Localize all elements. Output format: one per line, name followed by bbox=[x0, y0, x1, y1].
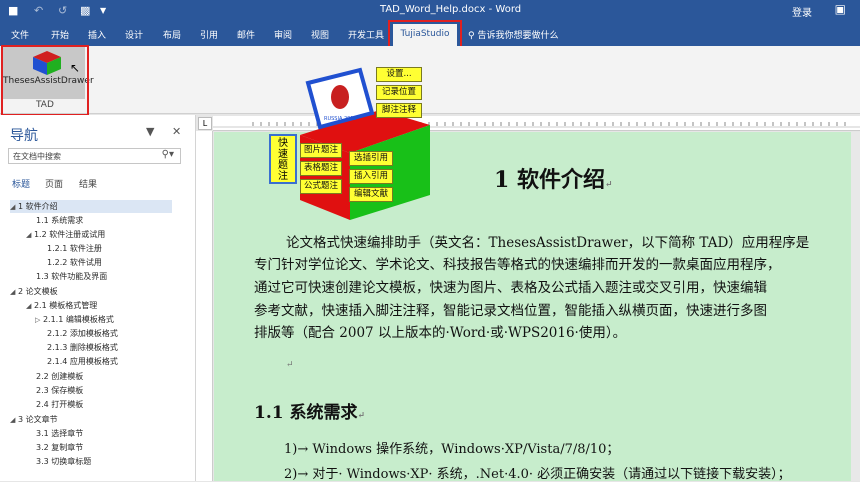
search-icon[interactable]: ⚲▾ bbox=[162, 149, 174, 160]
tab-insert[interactable]: 插入 bbox=[88, 28, 106, 41]
undo-icon[interactable]: ↶ bbox=[34, 4, 43, 18]
ribbon-display-options-icon[interactable]: ▣ bbox=[835, 2, 846, 16]
nav-item[interactable]: ◢ 2 论文模板 bbox=[10, 285, 58, 298]
vertical-ruler[interactable] bbox=[196, 131, 213, 481]
nav-item[interactable]: 3.2 复制章节 bbox=[36, 441, 83, 454]
nav-tab-pages[interactable]: 页面 bbox=[45, 177, 63, 190]
paragraph-line[interactable]: 通过它可快速创建论文模板，快速为图片、表格及公式插入题注或交叉引用，快速编辑 bbox=[254, 277, 854, 300]
customize-qa-icon[interactable]: ▼ bbox=[100, 4, 106, 18]
edit-bibliography-button[interactable]: 编辑文献 bbox=[349, 187, 393, 202]
svg-text:RUSSIA 2018: RUSSIA 2018 bbox=[324, 116, 357, 122]
tab-layout[interactable]: 布局 bbox=[163, 28, 181, 41]
tab-references[interactable]: 引用 bbox=[200, 28, 218, 41]
nav-search-input[interactable]: 在文档中搜索 ⚲▾ bbox=[8, 148, 181, 164]
paragraph-line[interactable]: 专门针对学位论文、学术论文、科技报告等格式的快速编排而开发的一款桌面应用程序， bbox=[254, 254, 854, 277]
equation-caption-button[interactable]: 公式题注 bbox=[300, 179, 342, 194]
redo-icon[interactable]: ↺ bbox=[58, 4, 67, 18]
title-bar: ■ ↶ ↺ ▩ ▼ TAD_Word_Help.docx - Word 登录 ▣ bbox=[0, 0, 860, 22]
list-item[interactable]: 2)→ 对于· Windows·XP· 系统，.Net·4.0· 必须正确安装（… bbox=[284, 463, 791, 482]
nav-item[interactable]: ◢ 3 论文章节 bbox=[10, 413, 58, 426]
nav-item[interactable]: 2.3 保存模板 bbox=[36, 384, 83, 397]
nav-item[interactable]: 2.1.3 删除模板格式 bbox=[47, 341, 118, 354]
touch-mode-icon[interactable]: ▩ bbox=[80, 4, 90, 18]
nav-item[interactable]: 2.1.2 添加模板格式 bbox=[47, 327, 118, 340]
nav-options-icon[interactable]: ▼ bbox=[146, 125, 154, 138]
nav-item[interactable]: ▷ 2.1.1 编辑模板格式 bbox=[35, 313, 114, 326]
nav-item[interactable]: 1.1 系统需求 bbox=[36, 214, 83, 227]
window-title: TAD_Word_Help.docx - Word bbox=[380, 4, 522, 15]
tell-me-box[interactable]: ⚲ 告诉我你想要做什么 bbox=[468, 28, 558, 41]
nav-tab-headings[interactable]: 标题 bbox=[12, 177, 30, 190]
expanded-icon: ◢ bbox=[10, 416, 16, 424]
nav-item[interactable]: ◢ 1.2 软件注册或试用 bbox=[26, 228, 105, 241]
choose-reference-button[interactable]: 选插引用 bbox=[349, 151, 393, 166]
insert-reference-button[interactable]: 插入引用 bbox=[349, 169, 393, 184]
vertical-scrollbar[interactable] bbox=[851, 132, 860, 481]
figure-caption-button[interactable]: 图片题注 bbox=[300, 143, 342, 158]
expanded-icon: ◢ bbox=[10, 288, 16, 296]
list-item[interactable]: 1)→ Windows 操作系统，Windows·XP/Vista/7/8/10… bbox=[284, 438, 619, 457]
heading-1[interactable]: 1 软件介绍↵ bbox=[494, 162, 613, 194]
close-icon[interactable]: ✕ bbox=[172, 125, 181, 138]
tab-design[interactable]: 设计 bbox=[125, 28, 143, 41]
expanded-icon: ◢ bbox=[10, 203, 16, 211]
tab-developer[interactable]: 开发工具 bbox=[348, 28, 384, 41]
heading-2[interactable]: 1.1 系统需求↵ bbox=[254, 398, 365, 423]
nav-title: 导航 bbox=[10, 128, 38, 144]
nav-item[interactable]: ◢ 1 软件介绍 bbox=[10, 200, 172, 213]
nav-item[interactable]: 2.4 打开模板 bbox=[36, 398, 83, 411]
footnote-button[interactable]: 脚注注释 bbox=[376, 103, 422, 118]
tab-review[interactable]: 审阅 bbox=[274, 28, 292, 41]
nav-item[interactable]: 1.2.2 软件试用 bbox=[47, 256, 102, 269]
nav-item[interactable]: 3.1 选择章节 bbox=[36, 427, 83, 440]
nav-tab-results[interactable]: 结果 bbox=[79, 177, 97, 190]
tab-home[interactable]: 开始 bbox=[51, 28, 69, 41]
tab-selector[interactable]: L bbox=[198, 117, 212, 130]
paragraph-line[interactable]: 排版等（配合 2007 以上版本的·Word·或·WPS2016·使用）。 bbox=[254, 322, 854, 345]
nav-item[interactable]: ◢ 2.1 模板格式管理 bbox=[26, 299, 97, 312]
nav-item[interactable]: 3.3 切换章标题 bbox=[36, 455, 91, 468]
paragraph-line[interactable]: 论文格式快速编排助手（英文名：ThesesAssistDrawer，以下简称 T… bbox=[254, 232, 854, 255]
nav-item[interactable]: 1.3 软件功能及界面 bbox=[36, 270, 107, 283]
tab-file[interactable]: 文件 bbox=[11, 28, 29, 41]
nav-item[interactable]: 2.1.4 应用模板格式 bbox=[47, 355, 118, 368]
navigation-pane: 导航 ▼ ✕ 在文档中搜索 ⚲▾ 标题 页面 结果 ◢ 1 软件介绍 1.1 系… bbox=[0, 115, 196, 481]
save-icon[interactable]: ■ bbox=[8, 4, 18, 18]
expanded-icon: ◢ bbox=[26, 231, 32, 239]
nav-item[interactable]: 2.2 创建模板 bbox=[36, 370, 83, 383]
collapsed-icon: ▷ bbox=[35, 316, 41, 324]
expanded-icon: ◢ bbox=[26, 302, 32, 310]
table-caption-button[interactable]: 表格题注 bbox=[300, 161, 342, 176]
highlight-box-tad bbox=[1, 45, 89, 116]
fast-caption-button[interactable]: 快速题注 bbox=[269, 134, 297, 184]
record-position-button[interactable]: 记录位置 bbox=[376, 85, 422, 100]
nav-item[interactable]: 1.2.1 软件注册 bbox=[47, 242, 102, 255]
paragraph-line[interactable]: 参考文献，快速插入脚注注释，智能记录文档位置，智能插入纵横页面，快速进行多图 bbox=[254, 300, 854, 323]
login-link[interactable]: 登录 bbox=[792, 4, 812, 19]
settings-button[interactable]: 设置... bbox=[376, 67, 422, 82]
tab-mailings[interactable]: 邮件 bbox=[237, 28, 255, 41]
paragraph-mark: ↵ bbox=[286, 360, 294, 370]
tab-view[interactable]: 视图 bbox=[311, 28, 329, 41]
